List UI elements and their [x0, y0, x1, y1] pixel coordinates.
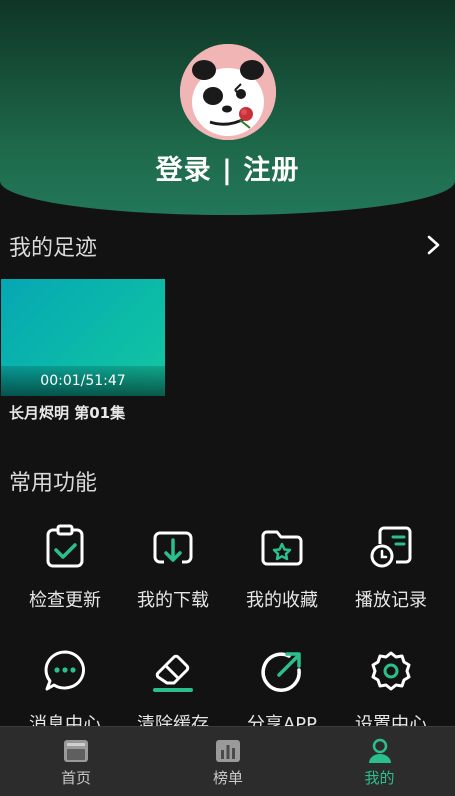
- user-icon: [368, 738, 391, 763]
- history-title: 我的足迹: [9, 236, 98, 261]
- tab-label: 榜单: [212, 769, 243, 787]
- share-icon: [261, 652, 301, 692]
- history-video-thumbnail[interactable]: 00:01/51:47: [1, 279, 165, 396]
- chart-icon: [216, 740, 240, 762]
- feature-share-app[interactable]: 分享APP: [227, 648, 337, 736]
- chevron-right-icon[interactable]: [424, 233, 444, 257]
- folder-star-icon: [261, 530, 303, 566]
- clipboard-check-icon: [46, 524, 84, 568]
- tab-ranking[interactable]: 榜单: [152, 727, 304, 796]
- tab-mine[interactable]: 我的: [304, 727, 455, 796]
- eraser-icon: [153, 654, 193, 692]
- features-title: 常用功能: [9, 471, 98, 496]
- tab-label: 我的: [364, 769, 395, 787]
- settings-icon: [371, 651, 411, 691]
- feature-settings-center[interactable]: 设置中心: [336, 648, 446, 736]
- feature-label: 我的收藏: [246, 590, 318, 611]
- feature-message-center[interactable]: 消息中心: [10, 648, 120, 736]
- video-progress-time: 00:01/51:47: [40, 373, 126, 389]
- feature-my-downloads[interactable]: 我的下载: [118, 524, 228, 612]
- feature-my-favorites[interactable]: 我的收藏: [227, 524, 337, 612]
- feature-label: 检查更新: [29, 590, 101, 611]
- message-icon: [44, 650, 85, 691]
- download-icon: [153, 531, 193, 564]
- home-icon: [64, 740, 88, 762]
- bottom-tab-bar: 首页 榜单 我的: [0, 726, 455, 796]
- feature-play-history[interactable]: 播放记录: [336, 524, 446, 612]
- feature-clear-cache[interactable]: 清除缓存: [118, 648, 228, 736]
- history-video-title[interactable]: 长月烬明 第01集: [9, 402, 125, 423]
- profile-header: 登录 | 注册: [0, 0, 455, 215]
- feature-label: 我的下载: [137, 590, 209, 611]
- feature-label: 播放记录: [355, 590, 427, 611]
- history-clock-icon: [370, 526, 412, 568]
- panda-avatar-icon: [180, 44, 276, 140]
- login-register-link[interactable]: 登录 | 注册: [0, 148, 455, 187]
- avatar[interactable]: [180, 44, 276, 140]
- tab-label: 首页: [60, 769, 91, 787]
- feature-check-update[interactable]: 检查更新: [10, 524, 120, 612]
- tab-home[interactable]: 首页: [0, 727, 152, 796]
